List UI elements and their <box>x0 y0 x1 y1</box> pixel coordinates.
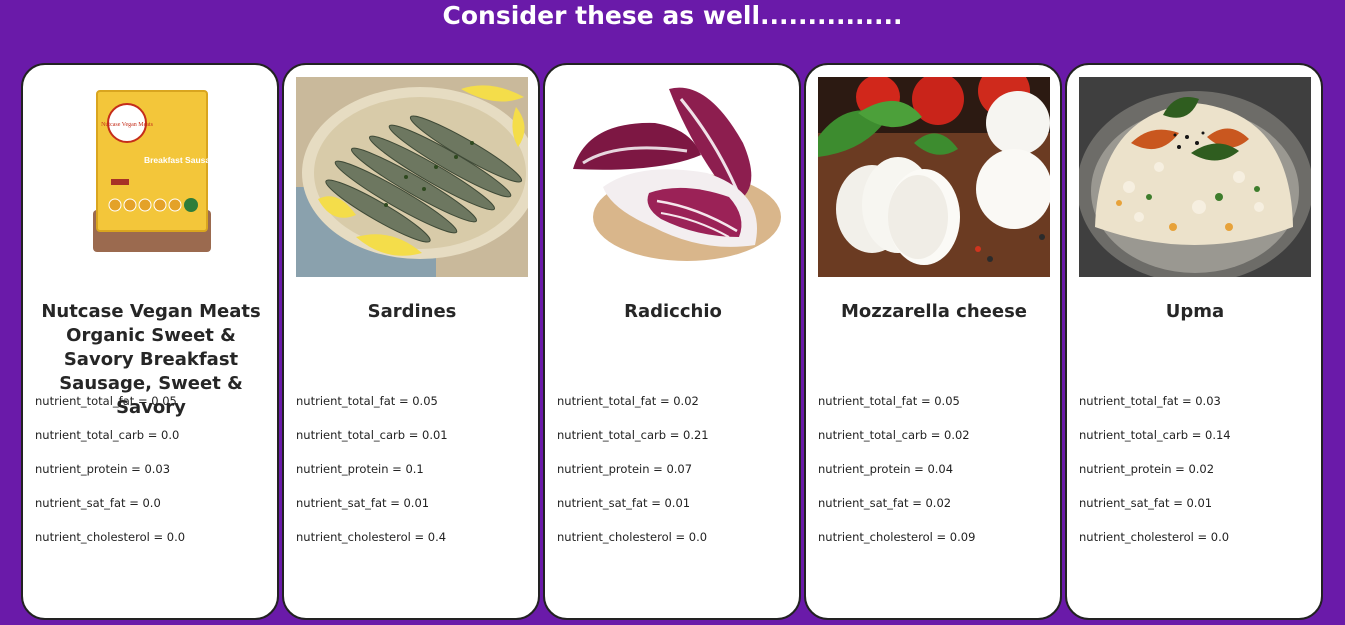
food-name: Mozzarella cheese <box>840 301 1028 322</box>
nutrient-sat-fat: nutrient_sat_fat = 0.01 <box>296 496 430 510</box>
nutrient-sat-fat: nutrient_sat_fat = 0.01 <box>1079 496 1213 510</box>
food-card[interactable]: Upma nutrient_total_fat = 0.03 nutrient_… <box>1065 63 1323 620</box>
mozzarella-image <box>818 77 1050 277</box>
nutrient-list: nutrient_total_fat = 0.02 nutrient_total… <box>557 394 793 564</box>
recommendation-cards: Nutcase Vegan Meats Breakfast Sausage Nu… <box>21 63 1323 620</box>
food-card[interactable]: Nutcase Vegan Meats Breakfast Sausage Nu… <box>21 63 279 620</box>
sardines-plate-image <box>296 77 528 277</box>
radicchio-image <box>557 77 789 277</box>
nutrient-protein: nutrient_protein = 0.02 <box>1079 462 1215 476</box>
page: Consider these as well............... Nu… <box>0 0 1345 625</box>
nutrient-cholesterol: nutrient_cholesterol = 0.4 <box>296 530 447 544</box>
nutrient-sat-fat: nutrient_sat_fat = 0.02 <box>818 496 952 510</box>
breakfast-sausage-package-image: Nutcase Vegan Meats Breakfast Sausage <box>35 77 267 277</box>
nutrient-total-carb: nutrient_total_carb = 0.0 <box>35 428 180 442</box>
food-card[interactable]: Sardines nutrient_total_fat = 0.05 nutri… <box>282 63 540 620</box>
nutrient-cholesterol: nutrient_cholesterol = 0.09 <box>818 530 976 544</box>
nutrient-protein: nutrient_protein = 0.04 <box>818 462 954 476</box>
nutrient-cholesterol: nutrient_cholesterol = 0.0 <box>1079 530 1230 544</box>
nutrient-total-fat: nutrient_total_fat = 0.02 <box>557 394 699 408</box>
nutrient-cholesterol: nutrient_cholesterol = 0.0 <box>557 530 708 544</box>
mozzarella-image <box>818 77 1050 277</box>
nutrient-list: nutrient_total_fat = 0.05 nutrient_total… <box>818 394 1054 564</box>
nutrient-total-carb: nutrient_total_carb = 0.14 <box>1079 428 1231 442</box>
nutrient-protein: nutrient_protein = 0.1 <box>296 462 424 476</box>
food-card[interactable]: Mozzarella cheese nutrient_total_fat = 0… <box>804 63 1062 620</box>
radicchio-image <box>557 77 789 277</box>
nutrient-protein: nutrient_protein = 0.03 <box>35 462 171 476</box>
nutrient-list: nutrient_total_fat = 0.05 nutrient_total… <box>35 394 271 564</box>
nutrient-sat-fat: nutrient_sat_fat = 0.01 <box>557 496 691 510</box>
package-brand: Nutcase Vegan Meats <box>101 122 154 128</box>
page-title: Consider these as well............... <box>442 1 903 30</box>
breakfast-sausage-package-image: Nutcase Vegan Meats Breakfast Sausage <box>35 77 267 277</box>
nutrient-list: nutrient_total_fat = 0.05 nutrient_total… <box>296 394 532 564</box>
package-label: Breakfast Sausage <box>144 155 220 165</box>
food-name: Upma <box>1165 301 1225 322</box>
food-name: Radicchio <box>624 301 722 322</box>
sardines-plate-image <box>296 77 528 277</box>
nutrient-protein: nutrient_protein = 0.07 <box>557 462 693 476</box>
nutrient-total-fat: nutrient_total_fat = 0.03 <box>1079 394 1221 408</box>
upma-image <box>1079 77 1311 277</box>
nutrient-total-carb: nutrient_total_carb = 0.21 <box>557 428 709 442</box>
nutrient-total-fat: nutrient_total_fat = 0.05 <box>35 394 177 408</box>
nutrient-total-fat: nutrient_total_fat = 0.05 <box>818 394 960 408</box>
food-card[interactable]: Radicchio nutrient_total_fat = 0.02 nutr… <box>543 63 801 620</box>
nutrient-list: nutrient_total_fat = 0.03 nutrient_total… <box>1079 394 1315 564</box>
nutrient-total-fat: nutrient_total_fat = 0.05 <box>296 394 438 408</box>
nutrient-cholesterol: nutrient_cholesterol = 0.0 <box>35 530 186 544</box>
upma-image <box>1079 77 1311 277</box>
nutrient-total-carb: nutrient_total_carb = 0.02 <box>818 428 970 442</box>
food-name: Sardines <box>367 301 457 322</box>
nutrient-sat-fat: nutrient_sat_fat = 0.0 <box>35 496 161 510</box>
nutrient-total-carb: nutrient_total_carb = 0.01 <box>296 428 448 442</box>
